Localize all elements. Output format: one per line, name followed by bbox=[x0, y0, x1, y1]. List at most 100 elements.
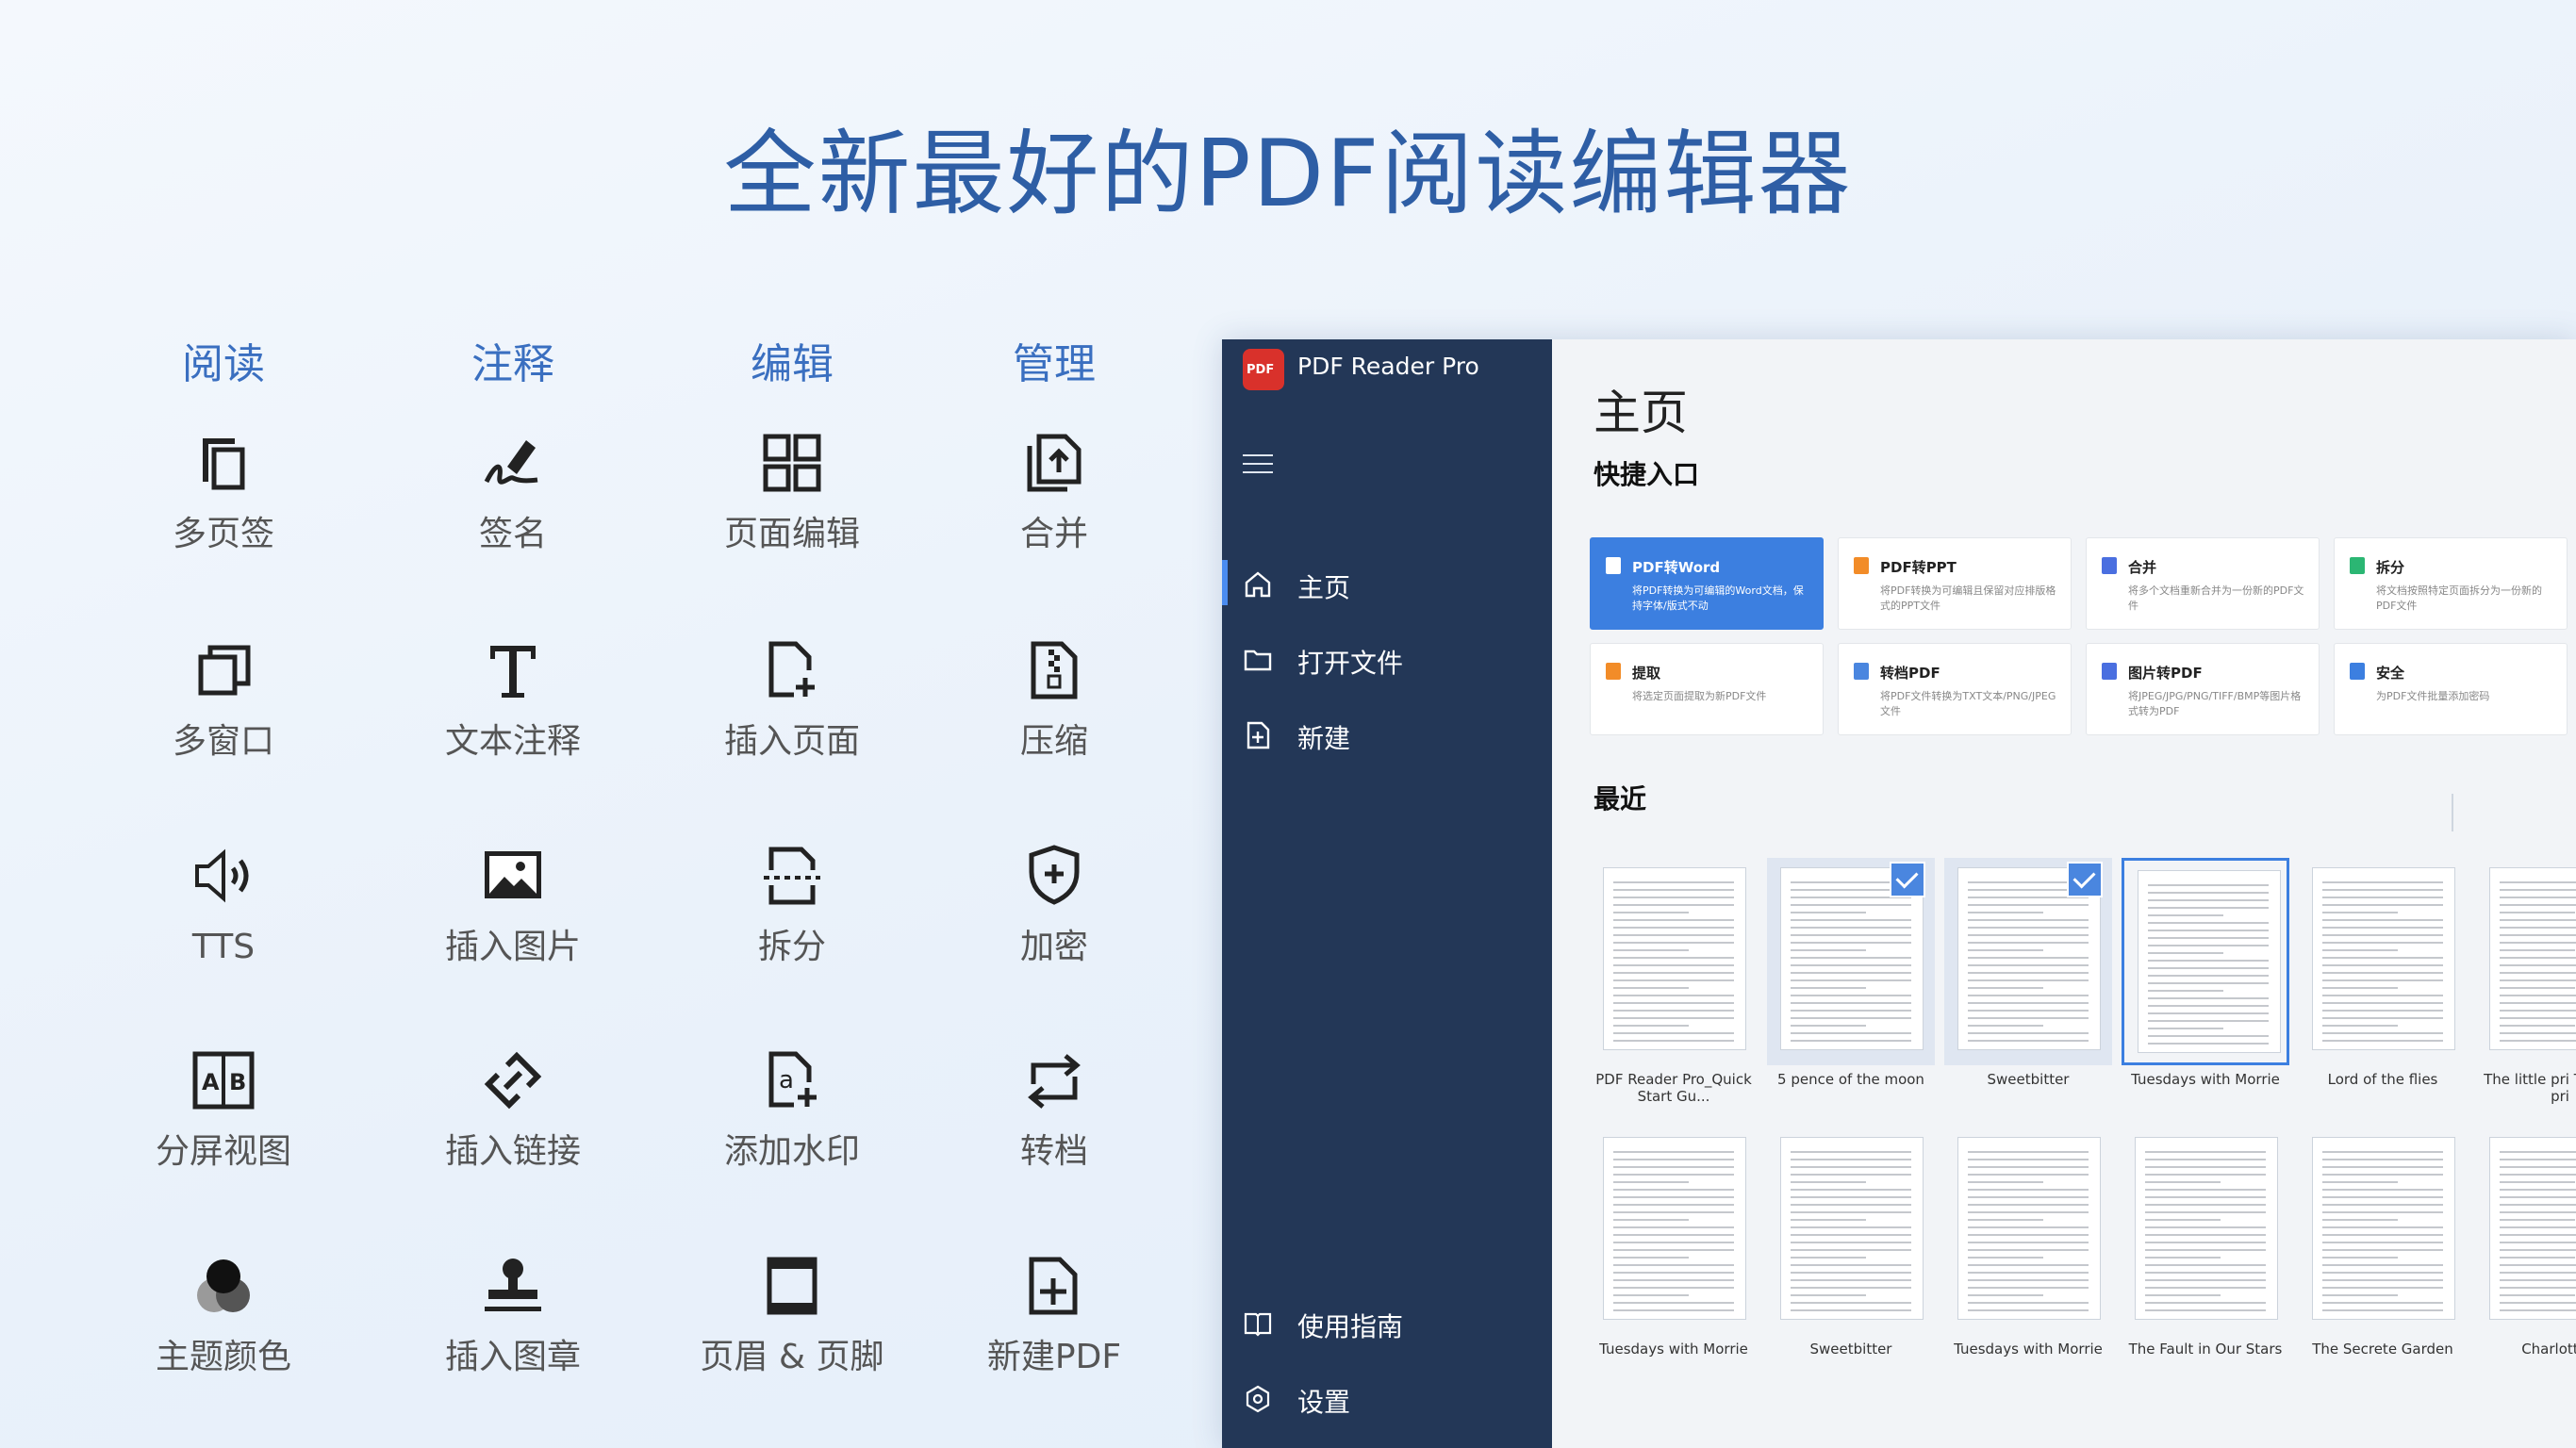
signature-icon bbox=[484, 440, 538, 485]
document-thumbnail bbox=[1944, 858, 2112, 1065]
document-icon bbox=[2102, 557, 2117, 574]
nav-label: 使用指南 bbox=[1297, 1311, 1404, 1342]
recent-document[interactable]: Charlotte's bbox=[2476, 1127, 2576, 1358]
image-icon bbox=[485, 851, 541, 898]
quick-card-security[interactable]: 安全 为PDF文件批量添加密码 bbox=[2334, 643, 2568, 735]
column-title-read: 阅读 bbox=[182, 340, 265, 388]
nav-item-guide[interactable]: 使用指南 bbox=[1222, 1292, 1552, 1352]
feature-insert-page[interactable]: 插入页面 bbox=[651, 636, 933, 765]
nav-item-settings[interactable]: 设置 bbox=[1222, 1367, 1552, 1427]
column-title-manage: 管理 bbox=[1013, 340, 1096, 388]
recent-title: 最近 bbox=[1593, 783, 1647, 814]
feature-split-view[interactable]: AB 分屏视图 bbox=[82, 1046, 365, 1175]
recent-document[interactable]: 5 pence of the moon bbox=[1767, 858, 1935, 1088]
feature-label: 拆分 bbox=[757, 928, 826, 966]
page-preview bbox=[1603, 867, 1746, 1050]
quick-card-name: PDF转PPT bbox=[1880, 559, 1957, 576]
recent-document[interactable]: Tuesdays with Morrie bbox=[1590, 1127, 1758, 1358]
new-document-icon bbox=[1247, 721, 1270, 749]
feature-multi-tabs[interactable]: 多页签 bbox=[82, 429, 365, 557]
quick-card-name: 提取 bbox=[1632, 665, 1661, 682]
feature-theme-color[interactable]: 主题颜色 bbox=[82, 1252, 365, 1380]
document-name: Sweetbitter bbox=[1987, 1071, 2070, 1088]
recent-document[interactable]: The Secrete Garden bbox=[2299, 1127, 2467, 1358]
grid-icon bbox=[763, 434, 821, 492]
recent-document[interactable]: The little pri The little pri bbox=[2476, 858, 2576, 1105]
quick-card-desc: 将JPEG/JPG/PNG/TIFF/BMP等图片格式转为PDF bbox=[2128, 690, 2302, 717]
theme-color-icon bbox=[197, 1259, 250, 1312]
feature-encrypt[interactable]: 加密 bbox=[913, 842, 1196, 970]
feature-label: 文本注释 bbox=[444, 722, 581, 761]
document-name: Lord of the flies bbox=[2327, 1071, 2438, 1088]
page-preview bbox=[1957, 1137, 2101, 1320]
document-icon bbox=[2102, 663, 2117, 680]
app-logo-text: PDF bbox=[1247, 363, 1275, 377]
recent-document[interactable]: Tuesdays with Morrie bbox=[1944, 1127, 2112, 1358]
feature-label: 合并 bbox=[1019, 515, 1088, 553]
svg-text:B: B bbox=[229, 1069, 246, 1095]
recent-document[interactable]: Lord of the flies bbox=[2299, 858, 2467, 1088]
page-preview bbox=[2489, 1137, 2576, 1320]
feature-insert-image[interactable]: 插入图片 bbox=[372, 842, 654, 970]
document-name: Tuesdays with Morrie bbox=[1954, 1341, 2103, 1358]
quick-card-extract[interactable]: 提取 将选定页面提取为新PDF文件 bbox=[1590, 643, 1824, 735]
feature-merge[interactable]: 合并 bbox=[913, 429, 1196, 557]
feature-insert-stamp[interactable]: 插入图章 bbox=[372, 1252, 654, 1380]
document-name: The Fault in Our Stars bbox=[2128, 1341, 2283, 1358]
feature-multi-window[interactable]: 多窗口 bbox=[82, 636, 365, 765]
document-name: Charlotte's bbox=[2521, 1341, 2576, 1358]
recent-document[interactable]: Sweetbitter bbox=[1944, 858, 2112, 1088]
feature-insert-link[interactable]: 插入链接 bbox=[372, 1046, 654, 1175]
nav-item-home[interactable]: 主页 bbox=[1222, 552, 1552, 613]
nav-label: 新建 bbox=[1297, 723, 1351, 754]
feature-compress[interactable]: 压缩 bbox=[913, 636, 1196, 765]
quick-card-split[interactable]: 拆分 将文档按照特定页面拆分为一份新的PDF文件 bbox=[2334, 537, 2568, 630]
document-thumbnail bbox=[1944, 1127, 2112, 1335]
feature-text-annotation[interactable]: 文本注释 bbox=[372, 636, 654, 765]
nav-item-open-file[interactable]: 打开文件 bbox=[1222, 628, 1552, 688]
feature-label: 主题颜色 bbox=[155, 1338, 291, 1376]
checkmark-icon[interactable] bbox=[2067, 862, 2103, 897]
app-name: PDF Reader Pro bbox=[1297, 353, 1479, 380]
quick-card-merge[interactable]: 合并 将多个文档重新合并为一份新的PDF文件 bbox=[2086, 537, 2320, 630]
feature-new-pdf[interactable]: 新建PDF bbox=[913, 1252, 1196, 1380]
svg-text:A: A bbox=[202, 1069, 220, 1095]
quick-card-pdf-to-ppt[interactable]: PDF转PPT 将PDF转换为可编辑且保留对应排版格式的PPT文件 bbox=[1838, 537, 2072, 630]
page-preview bbox=[2489, 867, 2576, 1050]
document-name: The Secrete Garden bbox=[2312, 1341, 2453, 1358]
feature-tts[interactable]: TTS bbox=[82, 842, 365, 970]
quick-card-name: 图片转PDF bbox=[2128, 665, 2203, 682]
document-name: Tuesdays with Morrie bbox=[1599, 1341, 1748, 1358]
recent-document[interactable]: Tuesdays with Morrie bbox=[2122, 858, 2289, 1095]
feature-label: 插入页面 bbox=[723, 722, 860, 761]
quick-card-image-to-pdf[interactable]: 图片转PDF 将JPEG/JPG/PNG/TIFF/BMP等图片格式转为PDF bbox=[2086, 643, 2320, 735]
add-page-icon bbox=[768, 641, 815, 698]
feature-label: 添加水印 bbox=[723, 1132, 860, 1171]
feature-header-footer[interactable]: 页眉 & 页脚 bbox=[651, 1252, 933, 1380]
quick-card-pdf-to-word[interactable]: PDF转Word 将PDF转换为可编辑的Word文档，保持字体/版式不动 bbox=[1590, 537, 1824, 630]
feature-label: 多页签 bbox=[172, 515, 274, 553]
pages-icon bbox=[203, 438, 245, 490]
document-icon bbox=[2350, 557, 2365, 574]
nav-label: 主页 bbox=[1297, 572, 1351, 603]
recent-document[interactable]: PDF Reader Pro_Quick Start Gu... bbox=[1590, 858, 1758, 1105]
feature-label: 压缩 bbox=[1019, 722, 1088, 761]
convert-icon bbox=[1028, 1054, 1081, 1109]
feature-watermark[interactable]: a 添加水印 bbox=[651, 1046, 933, 1175]
feature-page-edit[interactable]: 页面编辑 bbox=[651, 429, 933, 557]
page-preview bbox=[1603, 1137, 1746, 1320]
feature-convert[interactable]: 转档 bbox=[913, 1046, 1196, 1175]
hamburger-menu-icon[interactable] bbox=[1243, 454, 1273, 479]
nav-item-new[interactable]: 新建 bbox=[1222, 703, 1552, 764]
feature-split[interactable]: 拆分 bbox=[651, 842, 933, 970]
quick-card-desc: 将PDF文件转换为TXT文本/PNG/JPEG文件 bbox=[1880, 690, 2056, 717]
quick-card-convert-pdf[interactable]: 转档PDF 将PDF文件转换为TXT文本/PNG/JPEG文件 bbox=[1838, 643, 2072, 735]
recent-document[interactable]: Sweetbitter bbox=[1767, 1127, 1935, 1358]
recent-document[interactable]: The Fault in Our Stars bbox=[2122, 1127, 2289, 1358]
document-icon bbox=[1854, 557, 1869, 574]
feature-signature[interactable]: 签名 bbox=[372, 429, 654, 557]
folder-icon bbox=[1244, 650, 1272, 671]
document-icon bbox=[1606, 557, 1621, 574]
checkmark-icon[interactable] bbox=[1890, 862, 1925, 897]
quick-card-desc: 将文档按照特定页面拆分为一份新的PDF文件 bbox=[2376, 584, 2542, 612]
